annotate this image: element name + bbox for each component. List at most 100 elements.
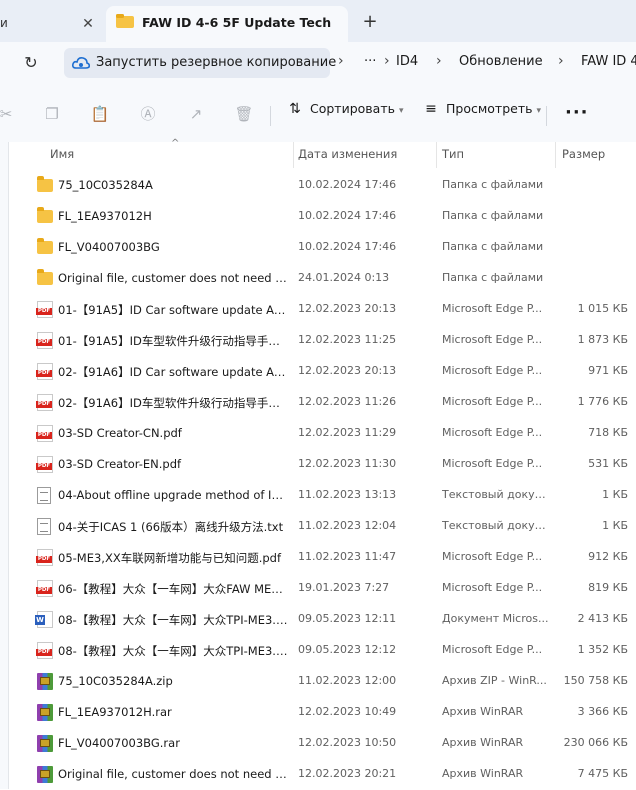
file-name: 02-【91A6】ID车型软件升级行动指导手册... <box>58 396 288 410</box>
file-name: 08-【教程】大众【一车网】大众TPI-ME3.0.8... <box>58 644 288 658</box>
tab-previous[interactable]: и ✕ <box>0 6 104 42</box>
file-size: 1 873 КБ <box>577 333 628 346</box>
file-date: 11.02.2023 13:13 <box>298 488 397 501</box>
file-name: FL_V04007003BG <box>58 240 160 254</box>
file-date: 12.02.2023 11:25 <box>298 333 397 346</box>
file-name: 08-【教程】大众【一车网】大众TPI-ME3.0.8... <box>58 613 288 627</box>
txt-icon <box>37 518 51 535</box>
file-date: 12.02.2023 20:13 <box>298 302 397 315</box>
file-type: Текстовый докум... <box>442 488 550 501</box>
file-size: 819 КБ <box>588 581 628 594</box>
file-size: 971 КБ <box>588 364 628 377</box>
file-row[interactable]: 04-About offline upgrade method of ICA..… <box>9 480 636 511</box>
delete-icon[interactable]: 🗑 <box>234 104 254 124</box>
folder-icon <box>37 269 53 285</box>
column-separator[interactable] <box>555 142 556 168</box>
file-type: Папка с файлами <box>442 209 544 222</box>
pdf-icon <box>36 642 53 659</box>
file-date: 12.02.2023 10:49 <box>298 705 397 718</box>
file-date: 12.02.2023 11:26 <box>298 395 397 408</box>
breadcrumb-update[interactable]: Обновление <box>459 54 543 69</box>
file-name: 06-【教程】大众【一车网】大众FAW ME3.0.8... <box>58 582 288 596</box>
pdf-icon <box>36 394 53 411</box>
file-size: 150 758 КБ <box>563 674 628 687</box>
file-date: 11.02.2023 12:04 <box>298 519 397 532</box>
file-row[interactable]: Original file, customer does not need to… <box>9 263 636 294</box>
column-type-header[interactable]: Тип <box>442 147 464 161</box>
column-name-header[interactable]: Имя <box>50 147 74 161</box>
tab-strip: и ✕ FAW ID 4-6 5F Update Technic + <box>0 0 636 42</box>
file-date: 10.02.2024 17:46 <box>298 209 397 222</box>
file-date: 11.02.2023 12:00 <box>298 674 397 687</box>
column-separator[interactable] <box>436 142 437 168</box>
rar-icon <box>37 766 53 783</box>
pdf-icon <box>36 549 53 566</box>
file-row[interactable]: 01-【91A5】ID Car software update Action .… <box>9 294 636 325</box>
sort-icon: ⇅ <box>289 101 301 117</box>
copy-icon[interactable]: ❐ <box>42 104 62 124</box>
file-row[interactable]: 01-【91A5】ID车型软件升级行动指导手册... 12.02.2023 11:… <box>9 325 636 356</box>
pdf-icon <box>36 425 53 442</box>
toolbar-divider <box>546 106 547 126</box>
column-separator[interactable] <box>293 142 294 168</box>
file-date: 09.05.2023 12:12 <box>298 643 397 656</box>
file-row[interactable]: 75_10C035284A 10.02.2024 17:46 Папка с фай… <box>9 170 636 201</box>
file-date: 12.02.2023 20:13 <box>298 364 397 377</box>
file-row[interactable]: FL_V04007003BG.rar 12.02.2023 10:50 Архив … <box>9 728 636 759</box>
rar-icon <box>37 735 53 752</box>
tab-active[interactable]: FAW ID 4-6 5F Update Technic <box>106 6 348 42</box>
file-name: 75_10C035284A.zip <box>58 674 173 688</box>
rar-icon <box>37 704 53 721</box>
sort-ascending-icon: ^ <box>171 138 180 149</box>
file-row[interactable]: FL_V04007003BG 10.02.2024 17:46 Папка с фа… <box>9 232 636 263</box>
file-size: 718 КБ <box>588 426 628 439</box>
file-date: 12.02.2023 11:30 <box>298 457 397 470</box>
backup-label: Запустить резервное копирование <box>96 55 337 70</box>
breadcrumb-id4[interactable]: ID4 <box>396 54 418 69</box>
file-row[interactable]: 08-【教程】大众【一车网】大众TPI-ME3.0.8... 09.05.2023… <box>9 604 636 635</box>
column-size-header[interactable]: Размер <box>562 147 605 161</box>
backup-button[interactable]: Запустить резервное копирование <box>64 48 336 78</box>
toolbar-divider <box>270 106 271 126</box>
folder-icon <box>37 176 53 192</box>
pdf-icon <box>36 456 53 473</box>
new-tab-plus-icon[interactable]: + <box>358 12 382 32</box>
breadcrumb-overflow[interactable]: ··· <box>364 54 376 69</box>
file-row[interactable]: FL_1EA937012H.rar 12.02.2023 10:49 Архив W… <box>9 697 636 728</box>
file-date: 12.02.2023 20:21 <box>298 767 397 780</box>
file-date: 10.02.2024 17:46 <box>298 240 397 253</box>
file-type: Документ Micros... <box>442 612 549 625</box>
file-row[interactable]: Original file, customer does not need to… <box>9 759 636 790</box>
rename-icon[interactable]: Ⓐ <box>138 104 158 124</box>
command-bar: ✂ ❐ 📋 Ⓐ ↗ 🗑 ⇅ Сортировать ▾ ≡ Просмотреть ▾ … <box>0 84 636 143</box>
file-row[interactable]: 02-【91A6】ID Car software update Action .… <box>9 356 636 387</box>
file-row[interactable]: 04-关于ICAS 1 (66版本）离线升级方法.txt 11.02.2023 1… <box>9 511 636 542</box>
file-row[interactable]: FL_1EA937012H 10.02.2024 17:46 Папка с фай… <box>9 201 636 232</box>
file-name: FL_1EA937012H <box>58 209 152 223</box>
file-type: Microsoft Edge P... <box>442 581 543 594</box>
file-name: 75_10C035284A <box>58 178 153 192</box>
share-icon[interactable]: ↗ <box>186 104 206 124</box>
paste-icon[interactable]: 📋 <box>90 104 110 124</box>
column-date-header[interactable]: Дата изменения <box>298 147 397 161</box>
breadcrumb-faw-id4[interactable]: FAW ID 4 <box>581 54 636 69</box>
file-row[interactable]: 03-SD Creator-EN.pdf 12.02.2023 11:30 Micr… <box>9 449 636 480</box>
file-name: 04-关于ICAS 1 (66版本）离线升级方法.txt <box>58 520 284 534</box>
more-options-button[interactable]: ··· <box>565 102 589 123</box>
file-date: 12.02.2023 10:50 <box>298 736 397 749</box>
close-icon[interactable]: ✕ <box>78 14 98 34</box>
file-size: 1 352 КБ <box>577 643 628 656</box>
file-size: 912 КБ <box>588 550 628 563</box>
file-row[interactable]: 05-ME3,XX车联网新增功能与已知问题.pdf 11.02.2023 11:4… <box>9 542 636 573</box>
file-type: Архив WinRAR <box>442 767 524 780</box>
file-row[interactable]: 75_10C035284A.zip 11.02.2023 12:00 Архив Z… <box>9 666 636 697</box>
cut-icon[interactable]: ✂ <box>0 104 16 124</box>
file-row[interactable]: 02-【91A6】ID车型软件升级行动指导手册... 12.02.2023 11:… <box>9 387 636 418</box>
refresh-icon[interactable]: ↻ <box>20 52 42 74</box>
sort-button[interactable]: ⇅ Сортировать ▾ <box>286 101 403 125</box>
file-row[interactable]: 03-SD Creator-CN.pdf 12.02.2023 11:29 Micr… <box>9 418 636 449</box>
file-row[interactable]: 06-【教程】大众【一车网】大众FAW ME3.0.8... 19.01.2023… <box>9 573 636 604</box>
view-button[interactable]: ≡ Просмотреть ▾ <box>422 101 541 125</box>
view-label: Просмотреть <box>446 101 533 116</box>
file-row[interactable]: 08-【教程】大众【一车网】大众TPI-ME3.0.8... 09.05.2023… <box>9 635 636 666</box>
